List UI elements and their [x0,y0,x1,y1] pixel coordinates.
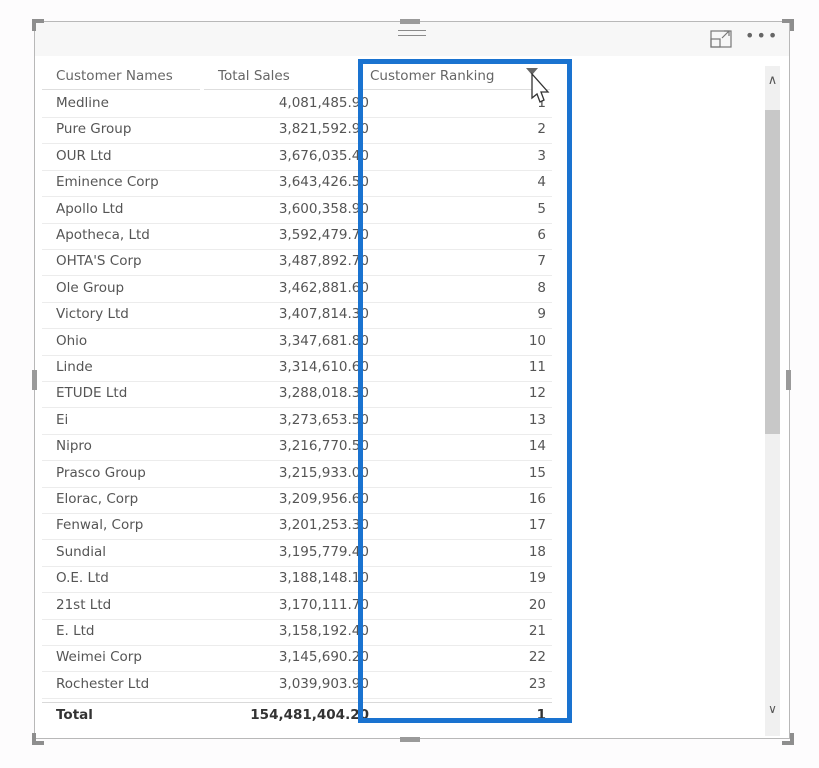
resize-handle-top-left[interactable] [32,19,44,31]
customer-ranking-highlight-box [358,59,572,723]
total-sales-cell: 3,215,933.00 [278,464,369,481]
customer-name-cell: OUR Ltd [56,147,112,164]
total-sales-cell: 3,462,881.60 [278,279,369,296]
visual-header: ••• [35,22,789,56]
customer-name-cell: O.E. Ltd [56,570,109,587]
total-sales-cell: 3,487,892.70 [278,253,369,270]
focus-mode-icon[interactable] [710,28,732,48]
scroll-thumb[interactable] [765,110,780,434]
header-divider [42,89,200,90]
total-sales-cell: 3,821,592.90 [278,121,369,138]
scroll-down-button[interactable]: ∨ [765,702,780,716]
resize-handle-bottom-right[interactable] [782,733,794,745]
total-sales-cell: 3,201,253.30 [278,517,369,534]
total-label: Total [56,707,93,724]
scroll-up-button[interactable]: ∧ [765,74,780,88]
column-header-customer-names[interactable]: Customer Names [56,68,173,84]
total-sales-cell: 3,170,111.70 [278,596,369,613]
total-sales-cell: 3,643,426.50 [278,174,369,191]
total-sales-value: 154,481,404.20 [250,707,369,724]
resize-handle-bottom-left[interactable] [32,733,44,745]
customer-name-cell: Ole Group [56,279,125,296]
customer-name-cell: Ohio [56,332,88,349]
total-sales-cell: 3,407,814.30 [278,306,369,323]
total-sales-cell: 3,273,653.50 [278,411,369,428]
total-sales-cell: 3,314,610.60 [278,359,369,375]
header-divider [204,89,354,90]
customer-name-cell: Apotheca, Ltd [56,227,150,243]
more-options-icon[interactable]: ••• [745,26,779,46]
total-sales-cell: 3,216,770.50 [278,438,369,455]
customer-name-cell: Pure Group [56,121,132,138]
total-sales-cell: 3,158,192.40 [278,623,369,639]
customer-name-cell: Medline [56,95,109,111]
total-sales-cell: 3,288,018.30 [278,385,369,402]
total-sales-cell: 3,676,035.40 [278,147,369,164]
customer-name-cell: Ei [56,411,69,428]
resize-handle-top[interactable] [400,19,420,24]
mouse-pointer-icon [531,72,550,103]
total-sales-cell: 3,039,903.90 [278,675,369,692]
total-sales-cell: 3,592,479.70 [278,227,369,243]
customer-name-cell: Apollo Ltd [56,200,124,217]
drag-grip-icon[interactable] [398,30,426,40]
total-sales-cell: 3,600,358.90 [278,200,369,217]
resize-handle-top-right[interactable] [782,19,794,31]
customer-name-cell: Eminence Corp [56,174,159,191]
total-sales-cell: 3,195,779.40 [278,543,369,560]
total-sales-cell: 4,081,485.90 [278,95,369,111]
customer-name-cell: Prasco Group [56,464,146,481]
customer-name-cell: 21st Ltd [56,596,112,613]
resize-handle-left[interactable] [32,370,37,390]
customer-name-cell: Fenwal, Corp [56,517,144,534]
customer-name-cell: Weimei Corp [56,649,142,666]
customer-name-cell: OHTA'S Corp [56,253,142,270]
customer-name-cell: Sundial [56,543,107,560]
total-sales-cell: 3,347,681.80 [278,332,369,349]
customer-name-cell: Rochester Ltd [56,675,150,692]
total-sales-cell: 3,188,148.10 [278,570,369,587]
customer-name-cell: E. Ltd [56,623,95,639]
total-sales-cell: 3,209,956.60 [278,491,369,507]
resize-handle-bottom[interactable] [400,737,420,742]
total-sales-cell: 3,145,690.20 [278,649,369,666]
customer-name-cell: Nipro [56,438,92,455]
customer-name-cell: Victory Ltd [56,306,129,323]
resize-handle-right[interactable] [786,370,791,390]
column-header-total-sales[interactable]: Total Sales [218,68,290,84]
customer-name-cell: Elorac, Corp [56,491,139,507]
customer-name-cell: ETUDE Ltd [56,385,128,402]
customer-name-cell: Linde [56,359,93,375]
vertical-scrollbar[interactable]: ∧ ∨ [765,66,780,736]
